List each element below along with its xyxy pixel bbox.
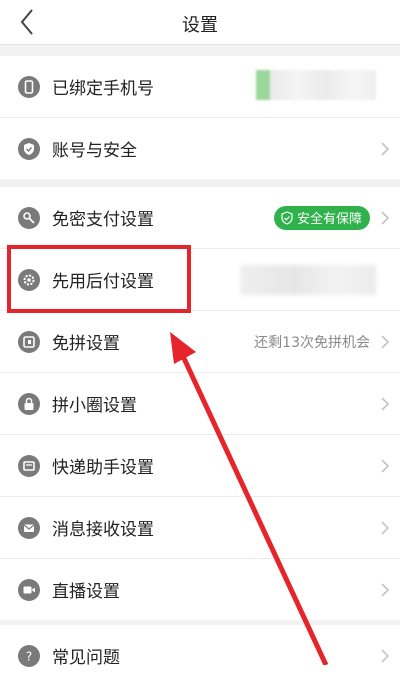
- chevron-right-icon: [381, 582, 390, 597]
- settings-row-no-group-buy[interactable]: 免拼设置 还剩13次免拼机会: [0, 311, 400, 373]
- settings-row-label: 快递助手设置: [52, 457, 154, 478]
- delivery-icon: [18, 454, 40, 477]
- settings-row-label: 直播设置: [52, 581, 120, 602]
- settings-row-label: 免密支付设置: [52, 209, 154, 230]
- settings-row-message-receive[interactable]: 消息接收设置: [0, 497, 400, 559]
- settings-row-label: 常见问题: [52, 647, 120, 668]
- pay-later-value-redacted: [240, 265, 376, 295]
- video-icon: [18, 578, 40, 601]
- bound-phone-value-redacted: [256, 70, 376, 100]
- settings-row-delivery-assistant[interactable]: 快递助手设置: [0, 435, 400, 497]
- chevron-right-icon: [381, 648, 390, 663]
- remaining-chances-text: 还剩13次免拼机会: [254, 334, 370, 351]
- chevron-right-icon: [381, 334, 390, 349]
- settings-row-pin-circle[interactable]: 拼小圈设置: [0, 373, 400, 435]
- settings-row-label: 已绑定手机号: [52, 78, 154, 99]
- settings-row-live-stream[interactable]: 直播设置: [0, 559, 400, 620]
- key-icon: [18, 206, 40, 229]
- shield-check-icon: [281, 210, 293, 225]
- message-icon: [18, 516, 40, 539]
- settings-row-label: 消息接收设置: [52, 519, 154, 540]
- security-badge: 安全有保障: [273, 205, 370, 230]
- lock-icon: [18, 392, 40, 415]
- chevron-right-icon: [381, 458, 390, 473]
- account-group: 已绑定手机号 账号与安全: [0, 56, 400, 179]
- settings-row-faq[interactable]: ? 常见问题: [0, 625, 400, 686]
- settings-row-label: 账号与安全: [52, 140, 137, 161]
- chevron-right-icon: [381, 520, 390, 535]
- settings-row-label: 拼小圈设置: [52, 395, 137, 416]
- settings-row-passwordless-pay[interactable]: 免密支付设置 安全有保障: [0, 187, 400, 249]
- page-title: 设置: [182, 15, 218, 36]
- settings-row-account-security[interactable]: 账号与安全: [0, 118, 400, 179]
- question-icon: ?: [18, 644, 40, 667]
- help-group: ? 常见问题: [0, 625, 400, 686]
- shield-icon: [18, 137, 40, 160]
- chevron-right-icon: [381, 210, 390, 225]
- phone-icon: [18, 75, 40, 98]
- highlight-box: [7, 245, 191, 313]
- settings-row-bound-phone[interactable]: 已绑定手机号: [0, 56, 400, 118]
- settings-row-label: 免拼设置: [52, 333, 120, 354]
- badge-text: 安全有保障: [296, 212, 362, 227]
- chevron-right-icon: [381, 396, 390, 411]
- nav-header: 设置: [0, 0, 400, 45]
- chevron-right-icon: [381, 141, 390, 156]
- ticket-icon: [18, 330, 40, 353]
- svg-text:?: ?: [26, 649, 32, 663]
